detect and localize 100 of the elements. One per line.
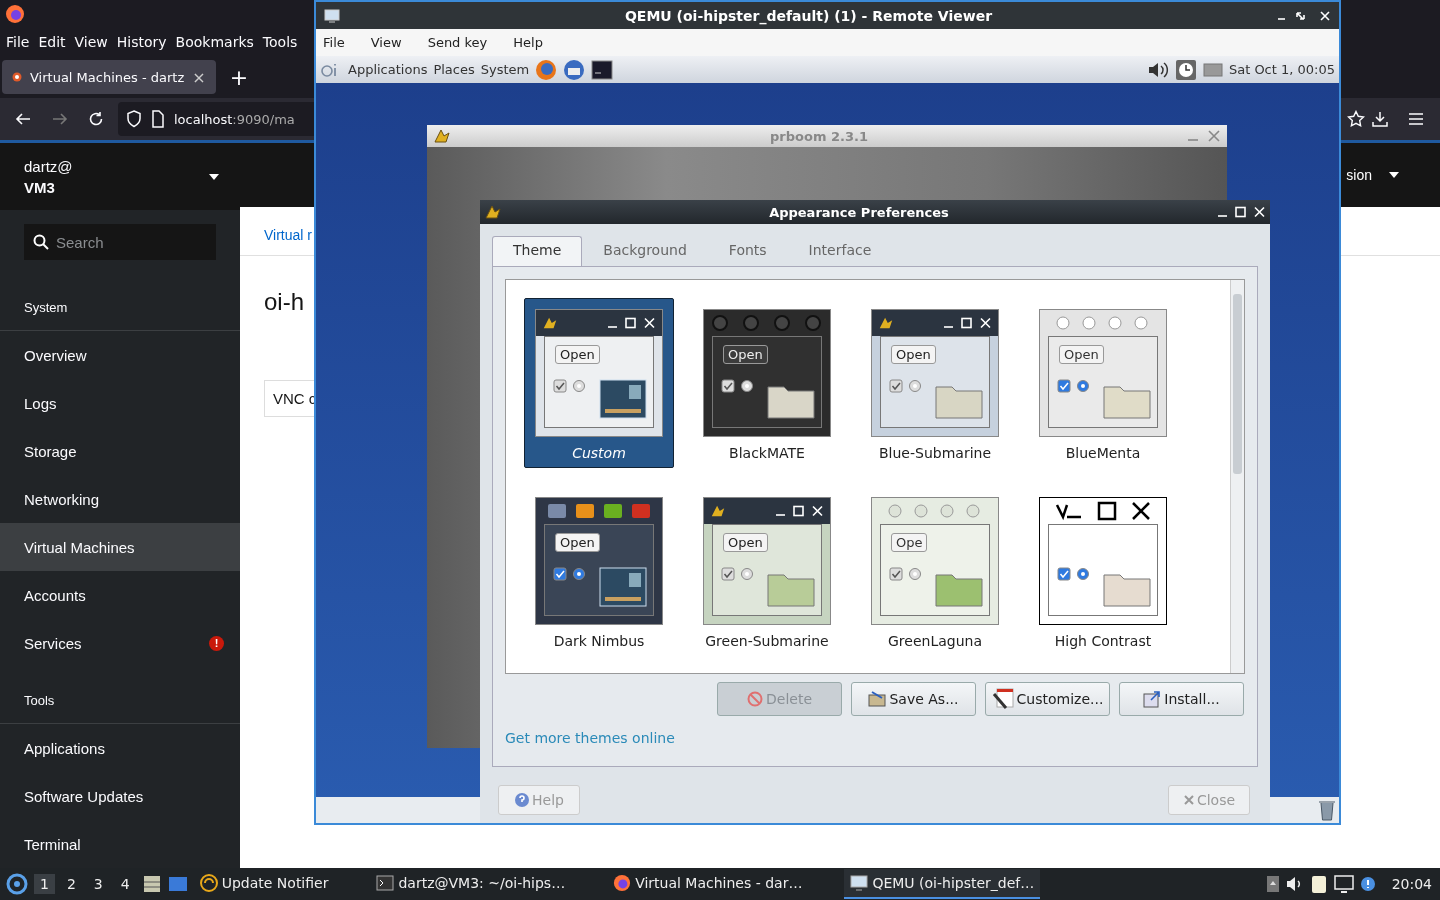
- paint-app-icon: [542, 315, 558, 331]
- mail-globe-icon[interactable]: [563, 58, 586, 81]
- tab[interactable]: Theme: [492, 236, 583, 266]
- theme-tile[interactable]: Open BlueMenta: [1028, 298, 1178, 468]
- window-controls-icon[interactable]: [1216, 206, 1266, 218]
- dialog-button[interactable]: Customize...: [985, 682, 1110, 716]
- menu-item[interactable]: Help: [513, 35, 543, 50]
- dialog-button[interactable]: Install...: [1119, 682, 1244, 716]
- start-menu-icon[interactable]: [6, 873, 28, 895]
- tab-close-button[interactable]: ×: [192, 67, 206, 87]
- taskbar-task[interactable]: QEMU (oi-hipster_def…: [844, 869, 1041, 899]
- menu-item[interactable]: View: [74, 34, 108, 50]
- paint-app-icon: [484, 204, 502, 220]
- preview-button: Open: [723, 533, 768, 552]
- menu-icon[interactable]: [1407, 110, 1425, 128]
- tab[interactable]: Background: [582, 236, 708, 266]
- checkbox-radio-icon: [1057, 379, 1091, 393]
- download-icon[interactable]: [1371, 110, 1389, 128]
- tab-title: Virtual Machines - dartz: [30, 69, 185, 85]
- caret-down-icon[interactable]: [1388, 171, 1400, 179]
- browser-globe-icon[interactable]: [535, 58, 558, 81]
- paint-app-icon: [710, 503, 726, 519]
- nav-heading: Tools: [24, 692, 55, 708]
- tab[interactable]: Interface: [787, 236, 893, 266]
- clock-icon[interactable]: [1174, 58, 1197, 81]
- preview-button: Open: [555, 533, 600, 552]
- menu-item[interactable]: Send key: [427, 35, 488, 50]
- nav-item[interactable]: Logs: [0, 379, 240, 427]
- scrollbar-thumb[interactable]: [1233, 294, 1242, 474]
- search-field[interactable]: Search: [24, 224, 216, 260]
- theme-name: Dark Nimbus: [553, 633, 645, 649]
- taskbar-task[interactable]: dartz@VM3: ~/oi-hips…: [370, 869, 572, 899]
- bookmark-star-icon[interactable]: [1347, 110, 1365, 128]
- taskbar-clock[interactable]: 20:04: [1391, 876, 1432, 892]
- trash-icon[interactable]: [1317, 799, 1337, 821]
- dialog-button[interactable]: Save As...: [851, 682, 976, 716]
- session-menu[interactable]: sion: [1346, 167, 1372, 183]
- tab[interactable]: Fonts: [707, 236, 788, 266]
- nav-item[interactable]: Software Updates: [0, 772, 240, 820]
- checkbox-radio-icon: [553, 379, 587, 393]
- reload-icon[interactable]: [87, 110, 105, 128]
- terminal-icon: [376, 875, 395, 891]
- window-controls-icon[interactable]: [606, 317, 656, 329]
- url-field[interactable]: localhost:9090/ma: [118, 102, 314, 136]
- menu-item[interactable]: File: [6, 34, 30, 50]
- theme-tile[interactable]: Ope GreenLaguna: [860, 496, 1010, 651]
- checkbox-radio-icon: [889, 567, 923, 581]
- round-buttons-icon: [887, 503, 983, 519]
- new-tab-button[interactable]: +: [229, 64, 249, 90]
- nav-item[interactable]: Networking: [0, 475, 240, 523]
- speaker-icon[interactable]: [1146, 59, 1169, 80]
- nav-item[interactable]: Virtual Machines: [0, 523, 240, 571]
- firefox-logo-icon: [5, 4, 25, 24]
- theme-tile[interactable]: Open Green-Submarine: [692, 496, 842, 651]
- nav-item[interactable]: Applications: [0, 724, 240, 772]
- menu-item[interactable]: File: [323, 35, 345, 50]
- file-cabinet-icon[interactable]: [141, 874, 162, 894]
- panel-clock[interactable]: Sat Oct 1, 00:05: [1228, 62, 1335, 77]
- menu-item[interactable]: History: [116, 34, 167, 50]
- workspace-button[interactable]: 4: [114, 874, 136, 894]
- notification-icon[interactable]: [1359, 876, 1376, 892]
- theme-tile[interactable]: Open Dark Nimbus: [524, 496, 674, 651]
- nav-item[interactable]: Overview: [0, 331, 240, 379]
- desktop-icon[interactable]: [167, 875, 188, 893]
- caret-down-icon[interactable]: [208, 172, 220, 181]
- nav-item[interactable]: Terminal: [0, 820, 240, 868]
- theme-name: High Contrast: [1054, 633, 1152, 649]
- breadcrumb-link[interactable]: Virtual r: [264, 227, 312, 243]
- menu-item[interactable]: View: [370, 35, 402, 50]
- clipboard-icon[interactable]: [1309, 874, 1328, 894]
- workspace-button[interactable]: 1: [34, 874, 55, 894]
- taskbar-task[interactable]: Virtual Machines - dar…: [607, 869, 809, 899]
- menu-item[interactable]: Tools: [262, 34, 298, 50]
- window-controls-icon[interactable]: [1277, 9, 1331, 22]
- window-controls-icon[interactable]: [942, 317, 992, 329]
- menu-item[interactable]: Edit: [38, 34, 66, 50]
- browser-tab[interactable]: Virtual Machines - dartz ×: [2, 60, 216, 94]
- theme-tile[interactable]: Open Custom: [524, 298, 674, 468]
- panel-menu[interactable]: System: [480, 62, 530, 77]
- taskbar-task[interactable]: Update Notifier: [193, 869, 335, 899]
- workspace-button[interactable]: 3: [87, 874, 109, 894]
- menu-item[interactable]: Bookmarks: [175, 34, 254, 50]
- theme-tile[interactable]: Open Blue-Submarine: [860, 298, 1010, 468]
- battery-icon[interactable]: [1202, 62, 1223, 77]
- network-icon[interactable]: [1333, 875, 1354, 893]
- nav-heading: System: [24, 299, 68, 315]
- preview-button: Open: [555, 345, 600, 364]
- update-icon: [199, 874, 218, 892]
- panel-menu[interactable]: Applications: [348, 62, 428, 77]
- scrollbar[interactable]: [1230, 280, 1244, 673]
- nav-item[interactable]: Storage: [0, 427, 240, 475]
- nav-item[interactable]: Accounts: [0, 571, 240, 619]
- panel-menu[interactable]: Places: [433, 62, 475, 77]
- terminal-icon[interactable]: [591, 59, 614, 80]
- theme-tile[interactable]: Open BlackMATE: [692, 298, 842, 468]
- nav-item[interactable]: Services !: [0, 619, 240, 667]
- workspace-button[interactable]: 2: [60, 874, 82, 894]
- theme-tile[interactable]: High Contrast: [1028, 496, 1178, 651]
- preview-button: Ope: [891, 533, 928, 552]
- window-controls-icon[interactable]: [774, 505, 824, 517]
